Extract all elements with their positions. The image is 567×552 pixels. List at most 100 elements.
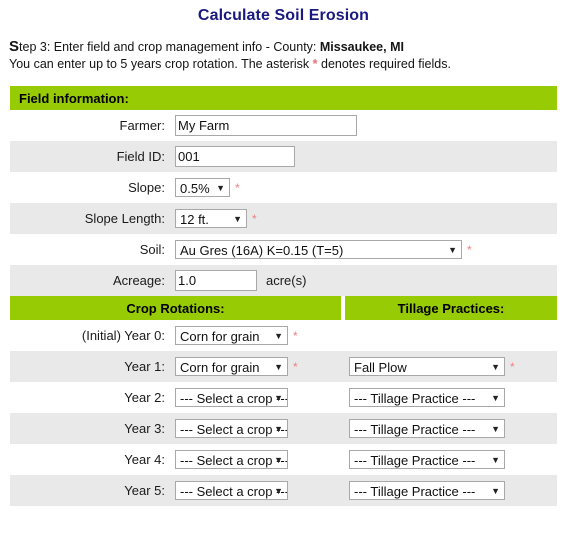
soil-erosion-form: Field information: Farmer: Field ID: Slo… <box>10 86 558 506</box>
tillage-year-1-required-marker: * <box>510 359 515 374</box>
label-year-2: Year 2: <box>10 382 171 413</box>
chevron-down-icon: ▼ <box>491 455 500 465</box>
step-letter: S <box>9 38 20 55</box>
row-year-5: Year 5: --- Select a crop --- ▼ --- Tilla… <box>10 475 558 506</box>
field-crop-year-4: --- Select a crop --- ▼ <box>171 444 341 475</box>
note-line: You can enter up to 5 years crop rotatio… <box>9 56 567 73</box>
field-crop-year-1: Corn for grain ▼ * <box>171 351 341 382</box>
rotation-header-row: Crop Rotations: Tillage Practices: <box>10 296 558 320</box>
tillage-select-year-4-value: --- Tillage Practice --- <box>354 453 476 468</box>
chevron-down-icon: ▼ <box>233 214 242 224</box>
slope-select[interactable]: 0.5% ▼ <box>175 178 230 197</box>
row-field-id: Field ID: <box>10 141 558 172</box>
field-tillage-year-0 <box>345 320 558 351</box>
label-soil: Soil: <box>10 234 171 265</box>
instructions: Step 3: Enter field and crop management … <box>0 25 567 73</box>
field-field-id <box>171 141 558 172</box>
tillage-select-year-2-value: --- Tillage Practice --- <box>354 391 476 406</box>
row-slope: Slope: 0.5% ▼ * <box>10 172 558 203</box>
tillage-select-year-2[interactable]: --- Tillage Practice --- ▼ <box>349 388 505 407</box>
slope-select-value: 0.5% <box>180 181 210 196</box>
tillage-select-year-4[interactable]: --- Tillage Practice --- ▼ <box>349 450 505 469</box>
field-information-header-row: Field information: <box>10 86 558 110</box>
chevron-down-icon: ▼ <box>216 183 225 193</box>
crop-select-year-2[interactable]: --- Select a crop --- ▼ <box>175 388 288 407</box>
crop-select-year-1[interactable]: Corn for grain ▼ <box>175 357 288 376</box>
crop-select-year-5[interactable]: --- Select a crop --- ▼ <box>175 481 288 500</box>
label-year-0: (Initial) Year 0: <box>10 320 171 351</box>
crop-select-year-3[interactable]: --- Select a crop --- ▼ <box>175 419 288 438</box>
row-farmer: Farmer: <box>10 110 558 141</box>
row-year-4: Year 4: --- Select a crop --- ▼ --- Tilla… <box>10 444 558 475</box>
chevron-down-icon: ▼ <box>491 393 500 403</box>
note-text-1: You can enter up to 5 years crop rotatio… <box>9 57 313 71</box>
row-year-0: (Initial) Year 0: Corn for grain ▼ * <box>10 320 558 351</box>
field-information-label: Field information: <box>10 86 558 110</box>
soil-required-marker: * <box>467 242 472 257</box>
crop-select-year-4[interactable]: --- Select a crop --- ▼ <box>175 450 288 469</box>
step-description: tep 3: Enter field and crop management i… <box>19 40 320 54</box>
row-year-3: Year 3: --- Select a crop --- ▼ --- Tilla… <box>10 413 558 444</box>
chevron-down-icon: ▼ <box>448 245 457 255</box>
chevron-down-icon: ▼ <box>491 362 500 372</box>
crop-select-year-2-value: --- Select a crop --- <box>180 391 288 406</box>
page-title: Calculate Soil Erosion <box>197 7 370 24</box>
chevron-down-icon: ▼ <box>274 424 283 434</box>
label-year-1: Year 1: <box>10 351 171 382</box>
field-crop-year-0: Corn for grain ▼ * <box>171 320 341 351</box>
chevron-down-icon: ▼ <box>274 331 283 341</box>
crop-select-year-0[interactable]: Corn for grain ▼ <box>175 326 288 345</box>
field-crop-year-2: --- Select a crop --- ▼ <box>171 382 341 413</box>
row-acreage: Acreage: acre(s) <box>10 265 558 296</box>
chevron-down-icon: ▼ <box>274 486 283 496</box>
chevron-down-icon: ▼ <box>491 424 500 434</box>
county-name: Missaukee, MI <box>319 40 404 54</box>
chevron-down-icon: ▼ <box>274 362 283 372</box>
crop-rotations-label: Crop Rotations: <box>10 296 341 320</box>
label-year-4: Year 4: <box>10 444 171 475</box>
field-tillage-year-5: --- Tillage Practice --- ▼ <box>345 475 558 506</box>
field-acreage: acre(s) <box>171 265 558 296</box>
field-crop-year-5: --- Select a crop --- ▼ <box>171 475 341 506</box>
label-slope-length: Slope Length: <box>10 203 171 234</box>
soil-select[interactable]: Au Gres (16A) K=0.15 (T=5) ▼ <box>175 240 462 259</box>
field-tillage-year-4: --- Tillage Practice --- ▼ <box>345 444 558 475</box>
tillage-select-year-5-value: --- Tillage Practice --- <box>354 484 476 499</box>
label-field-id: Field ID: <box>10 141 171 172</box>
label-acreage: Acreage: <box>10 265 171 296</box>
row-year-2: Year 2: --- Select a crop --- ▼ --- Tilla… <box>10 382 558 413</box>
acreage-unit-label: acre(s) <box>266 273 307 288</box>
slope-length-select-value: 12 ft. <box>180 212 209 227</box>
slope-length-select[interactable]: 12 ft. ▼ <box>175 209 247 228</box>
tillage-select-year-5[interactable]: --- Tillage Practice --- ▼ <box>349 481 505 500</box>
chevron-down-icon: ▼ <box>274 455 283 465</box>
tillage-select-year-3[interactable]: --- Tillage Practice --- ▼ <box>349 419 505 438</box>
label-slope: Slope: <box>10 172 171 203</box>
step-line: Step 3: Enter field and crop management … <box>9 38 567 56</box>
crop-select-year-0-value: Corn for grain <box>180 329 260 344</box>
crop-select-year-5-value: --- Select a crop --- <box>180 484 288 499</box>
tillage-select-year-1[interactable]: Fall Plow ▼ <box>349 357 505 376</box>
field-slope: 0.5% ▼ * <box>171 172 558 203</box>
tillage-select-year-3-value: --- Tillage Practice --- <box>354 422 476 437</box>
chevron-down-icon: ▼ <box>274 393 283 403</box>
label-farmer: Farmer: <box>10 110 171 141</box>
crop-select-year-3-value: --- Select a crop --- <box>180 422 288 437</box>
field-tillage-year-2: --- Tillage Practice --- ▼ <box>345 382 558 413</box>
row-slope-length: Slope Length: 12 ft. ▼ * <box>10 203 558 234</box>
label-year-5: Year 5: <box>10 475 171 506</box>
row-soil: Soil: Au Gres (16A) K=0.15 (T=5) ▼ * <box>10 234 558 265</box>
farmer-input[interactable] <box>175 115 357 136</box>
note-text-2: denotes required fields. <box>317 57 451 71</box>
soil-select-value: Au Gres (16A) K=0.15 (T=5) <box>180 243 344 258</box>
field-slope-length: 12 ft. ▼ * <box>171 203 558 234</box>
field-id-input[interactable] <box>175 146 295 167</box>
crop-year-0-required-marker: * <box>293 328 298 343</box>
crop-year-1-required-marker: * <box>293 359 298 374</box>
field-tillage-year-3: --- Tillage Practice --- ▼ <box>345 413 558 444</box>
tillage-select-year-1-value: Fall Plow <box>354 360 407 375</box>
field-tillage-year-1: Fall Plow ▼ * <box>345 351 558 382</box>
crop-select-year-4-value: --- Select a crop --- <box>180 453 288 468</box>
acreage-input[interactable] <box>175 270 257 291</box>
field-soil: Au Gres (16A) K=0.15 (T=5) ▼ * <box>171 234 558 265</box>
